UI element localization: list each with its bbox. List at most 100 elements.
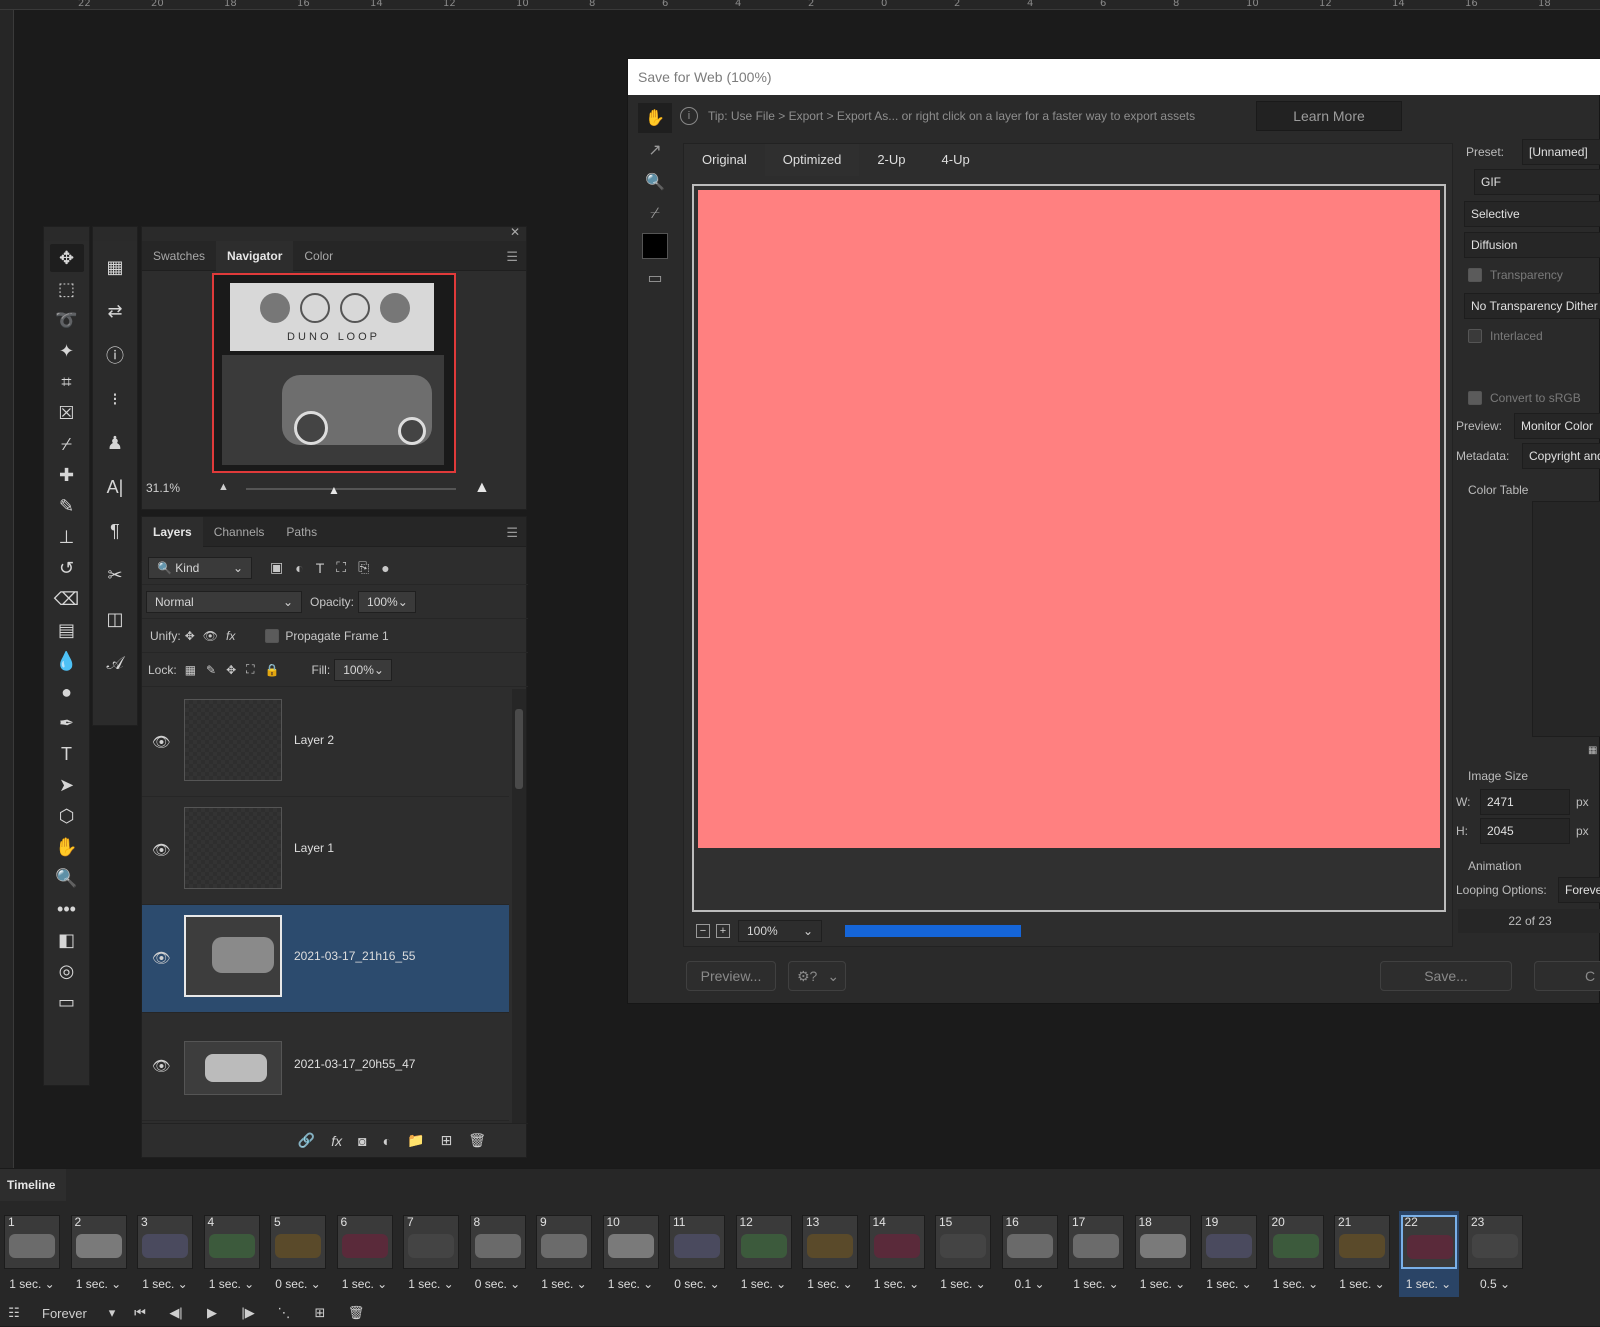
type-tool-icon[interactable]: T <box>50 740 84 768</box>
transparency-dither-select[interactable]: No Transparency Dither <box>1464 293 1600 319</box>
timeline-frame[interactable]: 15 1 sec. ⌄ <box>933 1211 993 1297</box>
duplicate-frame-icon[interactable]: ⊞ <box>302 1301 338 1325</box>
timeline-frame[interactable]: 20 1 sec. ⌄ <box>1266 1211 1326 1297</box>
blend-mode-select[interactable]: Normal ⌄ <box>146 590 302 613</box>
frame-delay[interactable]: 0 sec. ⌄ <box>268 1277 328 1291</box>
panel-menu-icon[interactable]: ☰ <box>506 525 518 541</box>
add-mask-icon[interactable]: ◙ <box>358 1133 366 1149</box>
timeline-frame[interactable]: 8 0 sec. ⌄ <box>468 1211 528 1297</box>
frame-delay[interactable]: 1 sec. ⌄ <box>1332 1277 1392 1291</box>
tween-icon[interactable]: ⋱ <box>266 1301 302 1325</box>
zoom-level-select[interactable]: 100% ⌄ <box>738 920 822 942</box>
delete-layer-icon[interactable]: 🗑 <box>468 1132 486 1149</box>
layers-scrollbar[interactable] <box>512 689 526 1123</box>
tab-layers[interactable]: Layers <box>142 516 203 547</box>
timeline-frame[interactable]: 16 0.1 ⌄ <box>1000 1211 1060 1297</box>
stamp-tool-icon[interactable]: ⊥ <box>50 523 84 551</box>
help-dropdown[interactable]: ⚙? ⌄ <box>788 961 846 991</box>
new-group-icon[interactable]: 📁 <box>407 1132 424 1149</box>
timeline-frame[interactable]: 21 1 sec. ⌄ <box>1332 1211 1392 1297</box>
color-table-options-icon[interactable]: ▦ <box>1588 745 1597 756</box>
timeline-frame[interactable]: 1 1 sec. ⌄ <box>2 1211 62 1297</box>
learn-more-button[interactable]: Learn More <box>1256 101 1402 131</box>
history-icon[interactable]: ⇄ <box>98 293 132 329</box>
preset-select[interactable]: [Unnamed] <box>1522 139 1600 165</box>
timeline-frame[interactable]: 11 0 sec. ⌄ <box>667 1211 727 1297</box>
layer-style-icon[interactable]: fx <box>331 1133 342 1149</box>
adjustment-layer-icon[interactable]: ◐ <box>383 1133 391 1149</box>
propagate-frame-checkbox[interactable] <box>265 628 280 643</box>
delete-frame-icon[interactable]: 🗑 <box>338 1301 374 1325</box>
zoom-tool-icon[interactable]: 🔍 <box>50 864 84 892</box>
timeline-frame[interactable]: 12 1 sec. ⌄ <box>734 1211 794 1297</box>
eyedropper-color-swatch[interactable] <box>638 231 672 261</box>
adjustment-filter-icon[interactable]: ◐ <box>295 560 303 576</box>
lasso-tool-icon[interactable]: ➰ <box>50 306 84 334</box>
timeline-frame[interactable]: 10 1 sec. ⌄ <box>601 1211 661 1297</box>
tab-color[interactable]: Color <box>293 241 344 271</box>
quick-mask-icon[interactable]: ◎ <box>50 957 84 985</box>
new-layer-icon[interactable]: ⊞ <box>440 1132 452 1149</box>
slice-select-icon[interactable]: ↗ <box>638 135 672 165</box>
path-selection-icon[interactable]: ➤ <box>50 771 84 799</box>
lock-artboard-icon[interactable]: ⛶ <box>246 662 254 677</box>
frame-delay[interactable]: 0.5 ⌄ <box>1465 1277 1525 1291</box>
zoom-in-icon[interactable]: ▲ <box>474 479 490 497</box>
frame-delay[interactable]: 1 sec. ⌄ <box>1266 1277 1326 1291</box>
next-frame-icon[interactable]: |▶ <box>230 1301 266 1325</box>
info-icon[interactable]: ⓘ <box>98 337 132 373</box>
lock-all-icon[interactable]: 🔒 <box>265 663 280 677</box>
frame-delay[interactable]: 1 sec. ⌄ <box>1199 1277 1259 1291</box>
timeline-frame[interactable]: 4 1 sec. ⌄ <box>202 1211 262 1297</box>
filter-kind-select[interactable]: 🔍 Kind ⌄ <box>148 556 252 579</box>
interlaced-checkbox[interactable] <box>1468 329 1482 343</box>
layer-row[interactable]: 👁 2021-03-17_20h55_47 <box>142 1013 509 1121</box>
hand-tool-icon[interactable]: ✋ <box>638 103 672 133</box>
frame-delay[interactable]: 1 sec. ⌄ <box>933 1277 993 1291</box>
zoom-in-button[interactable]: + <box>716 924 730 938</box>
hand-tool-icon[interactable]: ✋ <box>50 833 84 861</box>
frame-delay[interactable]: 0.1 ⌄ <box>1000 1277 1060 1291</box>
visibility-eye-icon[interactable]: 👁 <box>152 949 171 967</box>
play-icon[interactable]: ▶ <box>194 1301 230 1325</box>
timeline-frame[interactable]: 6 1 sec. ⌄ <box>335 1211 395 1297</box>
tool-presets-icon[interactable]: ✂ <box>98 557 132 593</box>
chevron-down-icon[interactable]: ▾ <box>102 1301 122 1325</box>
timeline-frame[interactable]: 2 1 sec. ⌄ <box>69 1211 129 1297</box>
color-swatches-icon[interactable]: ◧ <box>50 926 84 954</box>
convert-srgb-checkbox[interactable] <box>1468 391 1482 405</box>
zoom-out-icon[interactable]: ▲ <box>218 481 229 493</box>
frame-delay[interactable]: 0 sec. ⌄ <box>468 1277 528 1291</box>
paragraph-icon[interactable]: ¶ <box>98 513 132 549</box>
frame-delay[interactable]: 1 sec. ⌄ <box>867 1277 927 1291</box>
gradient-tool-icon[interactable]: ▤ <box>50 616 84 644</box>
magic-wand-icon[interactable]: ✦ <box>50 337 84 365</box>
timeline-frame[interactable]: 7 1 sec. ⌄ <box>401 1211 461 1297</box>
looping-options-select[interactable]: Forever <box>1558 877 1600 903</box>
brush-tool-icon[interactable]: ✎ <box>50 492 84 520</box>
timeline-frame[interactable]: 18 1 sec. ⌄ <box>1133 1211 1193 1297</box>
frame-delay[interactable]: 1 sec. ⌄ <box>1066 1277 1126 1291</box>
color-table[interactable] <box>1532 501 1600 737</box>
layer-row[interactable]: 👁 Layer 2 <box>142 689 509 797</box>
format-select[interactable]: GIF <box>1474 169 1600 195</box>
preview-button[interactable]: Preview... <box>686 961 776 991</box>
frame-delay[interactable]: 1 sec. ⌄ <box>601 1277 661 1291</box>
frame-delay[interactable]: 1 sec. ⌄ <box>335 1277 395 1291</box>
timeline-frame[interactable]: 19 1 sec. ⌄ <box>1199 1211 1259 1297</box>
adjustments-icon[interactable]: ◫ <box>98 601 132 637</box>
transparency-checkbox[interactable] <box>1468 268 1482 282</box>
navigator-thumbnail[interactable]: D U N O L O O P <box>212 273 456 473</box>
tab-optimized[interactable]: Optimized <box>764 144 860 176</box>
shape-tool-icon[interactable]: ⬡ <box>50 802 84 830</box>
move-tool-icon[interactable]: ✥ <box>49 244 84 272</box>
frame-delay[interactable]: 1 sec. ⌄ <box>1133 1277 1193 1291</box>
timeline-tab[interactable]: Timeline <box>0 1169 66 1201</box>
tab-swatches[interactable]: Swatches <box>142 241 216 271</box>
timeline-frame[interactable]: 23 0.5 ⌄ <box>1465 1211 1525 1297</box>
timeline-menu-icon[interactable]: ☷ <box>0 1301 28 1325</box>
first-frame-icon[interactable]: ⏮ <box>122 1301 158 1325</box>
dither-select[interactable]: Diffusion <box>1464 232 1600 258</box>
screen-mode-icon[interactable]: ▭ <box>50 988 84 1016</box>
layer-row[interactable]: 👁 Layer 1 <box>142 797 509 905</box>
